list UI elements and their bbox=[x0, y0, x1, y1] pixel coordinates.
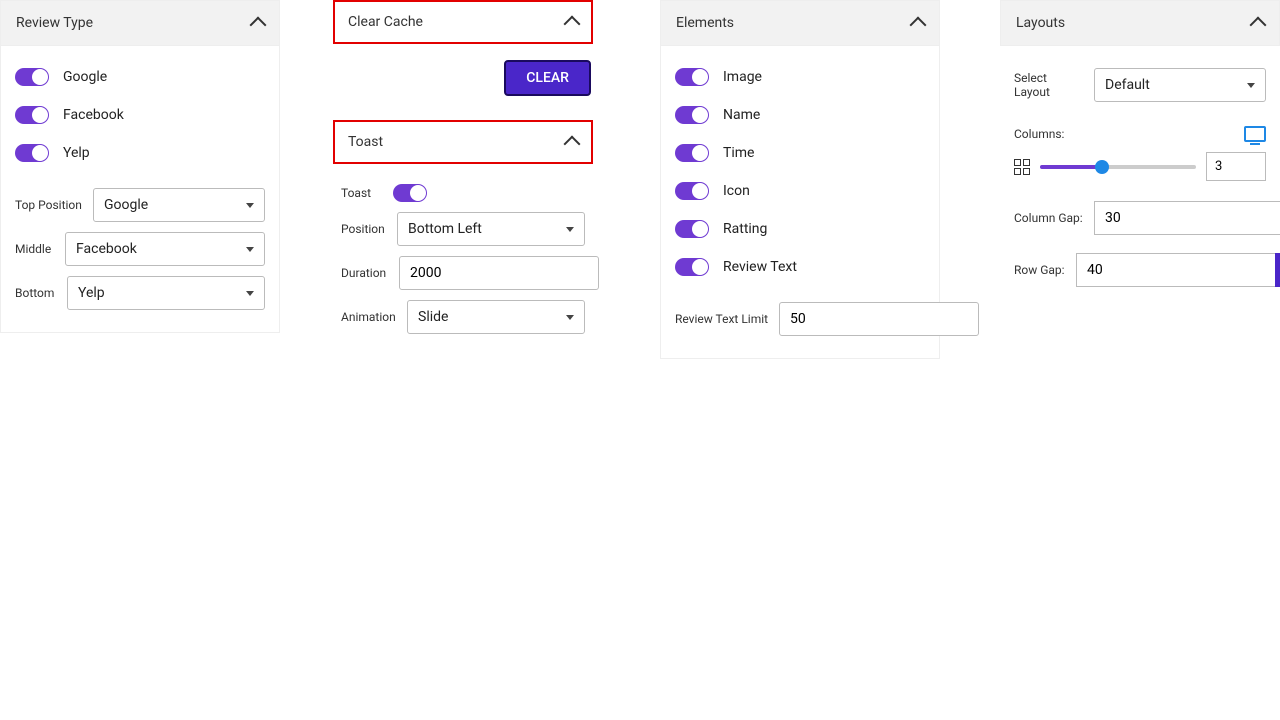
elements-title: Elements bbox=[676, 15, 734, 31]
image-toggle[interactable] bbox=[675, 68, 709, 86]
review-type-title: Review Type bbox=[16, 15, 93, 31]
middle-value: Facebook bbox=[76, 241, 137, 257]
bottom-value: Yelp bbox=[78, 285, 105, 301]
chevron-up-icon bbox=[1250, 17, 1267, 34]
row-gap-input[interactable] bbox=[1076, 253, 1275, 287]
bottom-label: Bottom bbox=[15, 286, 57, 300]
ratting-toggle[interactable] bbox=[675, 220, 709, 238]
chevron-down-icon bbox=[246, 247, 254, 252]
toast-toggle[interactable] bbox=[393, 184, 427, 202]
toast-toggle-label: Toast bbox=[341, 186, 383, 200]
facebook-toggle[interactable] bbox=[15, 106, 49, 124]
toast-animation-label: Animation bbox=[341, 310, 397, 324]
yelp-toggle[interactable] bbox=[15, 144, 49, 162]
toast-position-value: Bottom Left bbox=[408, 221, 482, 237]
top-position-select[interactable]: Google bbox=[93, 188, 265, 222]
clear-button[interactable]: CLEAR bbox=[504, 60, 591, 96]
toast-position-select[interactable]: Bottom Left bbox=[397, 212, 585, 246]
toggle-row-yelp: Yelp bbox=[15, 134, 265, 172]
time-toggle[interactable] bbox=[675, 144, 709, 162]
toggle-row-time: Time bbox=[675, 134, 925, 172]
top-position-label: Top Position bbox=[15, 198, 83, 212]
select-layout-value: Default bbox=[1105, 77, 1150, 93]
select-layout-label: Select Layout bbox=[1014, 71, 1084, 99]
yelp-label: Yelp bbox=[63, 145, 90, 161]
slider-thumb[interactable] bbox=[1095, 160, 1109, 174]
top-position-value: Google bbox=[104, 197, 148, 213]
layouts-header[interactable]: Layouts bbox=[1000, 0, 1280, 46]
name-toggle[interactable] bbox=[675, 106, 709, 124]
image-label: Image bbox=[723, 69, 762, 85]
column-gap-label: Column Gap: bbox=[1014, 211, 1084, 225]
columns-label: Columns: bbox=[1014, 127, 1064, 141]
icon-label: Icon bbox=[723, 183, 750, 199]
toast-title: Toast bbox=[348, 134, 383, 150]
time-label: Time bbox=[723, 145, 754, 161]
toggle-row-facebook: Facebook bbox=[15, 96, 265, 134]
facebook-label: Facebook bbox=[63, 107, 124, 123]
review-text-toggle[interactable] bbox=[675, 258, 709, 276]
name-label: Name bbox=[723, 107, 760, 123]
toast-header[interactable]: Toast bbox=[333, 120, 593, 164]
chevron-down-icon bbox=[566, 227, 574, 232]
review-text-label: Review Text bbox=[723, 259, 797, 275]
toast-animation-select[interactable]: Slide bbox=[407, 300, 585, 334]
clear-cache-header[interactable]: Clear Cache bbox=[333, 0, 593, 44]
monitor-icon[interactable] bbox=[1244, 126, 1266, 142]
google-label: Google bbox=[63, 69, 107, 85]
toast-position-label: Position bbox=[341, 222, 387, 236]
toast-duration-label: Duration bbox=[341, 266, 389, 280]
review-text-limit-input[interactable] bbox=[779, 302, 979, 336]
chevron-up-icon bbox=[250, 17, 267, 34]
clear-cache-title: Clear Cache bbox=[348, 14, 423, 30]
toggle-row-icon: Icon bbox=[675, 172, 925, 210]
middle-select[interactable]: Facebook bbox=[65, 232, 265, 266]
chevron-up-icon bbox=[564, 16, 581, 33]
chevron-up-icon bbox=[910, 17, 927, 34]
row-gap-unit: PX bbox=[1275, 253, 1280, 287]
column-gap-input[interactable] bbox=[1094, 201, 1280, 235]
middle-label: Middle bbox=[15, 242, 55, 256]
grid-icon bbox=[1014, 159, 1030, 175]
row-gap-label: Row Gap: bbox=[1014, 263, 1066, 277]
review-text-limit-label: Review Text Limit bbox=[675, 312, 769, 326]
columns-slider[interactable] bbox=[1040, 165, 1196, 169]
elements-header[interactable]: Elements bbox=[660, 0, 940, 46]
columns-value-input[interactable] bbox=[1206, 152, 1266, 181]
bottom-select[interactable]: Yelp bbox=[67, 276, 265, 310]
chevron-down-icon bbox=[246, 291, 254, 296]
google-toggle[interactable] bbox=[15, 68, 49, 86]
ratting-label: Ratting bbox=[723, 221, 767, 237]
toggle-row-image: Image bbox=[675, 58, 925, 96]
select-layout-select[interactable]: Default bbox=[1094, 68, 1266, 102]
chevron-down-icon bbox=[246, 203, 254, 208]
chevron-down-icon bbox=[566, 315, 574, 320]
toggle-row-name: Name bbox=[675, 96, 925, 134]
chevron-up-icon bbox=[564, 136, 581, 153]
chevron-down-icon bbox=[1247, 83, 1255, 88]
toggle-row-google: Google bbox=[15, 58, 265, 96]
toggle-row-review-text: Review Text bbox=[675, 248, 925, 286]
review-type-header[interactable]: Review Type bbox=[0, 0, 280, 46]
toggle-row-ratting: Ratting bbox=[675, 210, 925, 248]
toast-duration-input[interactable] bbox=[399, 256, 599, 290]
layouts-title: Layouts bbox=[1016, 15, 1065, 31]
toast-animation-value: Slide bbox=[418, 309, 448, 325]
icon-toggle[interactable] bbox=[675, 182, 709, 200]
